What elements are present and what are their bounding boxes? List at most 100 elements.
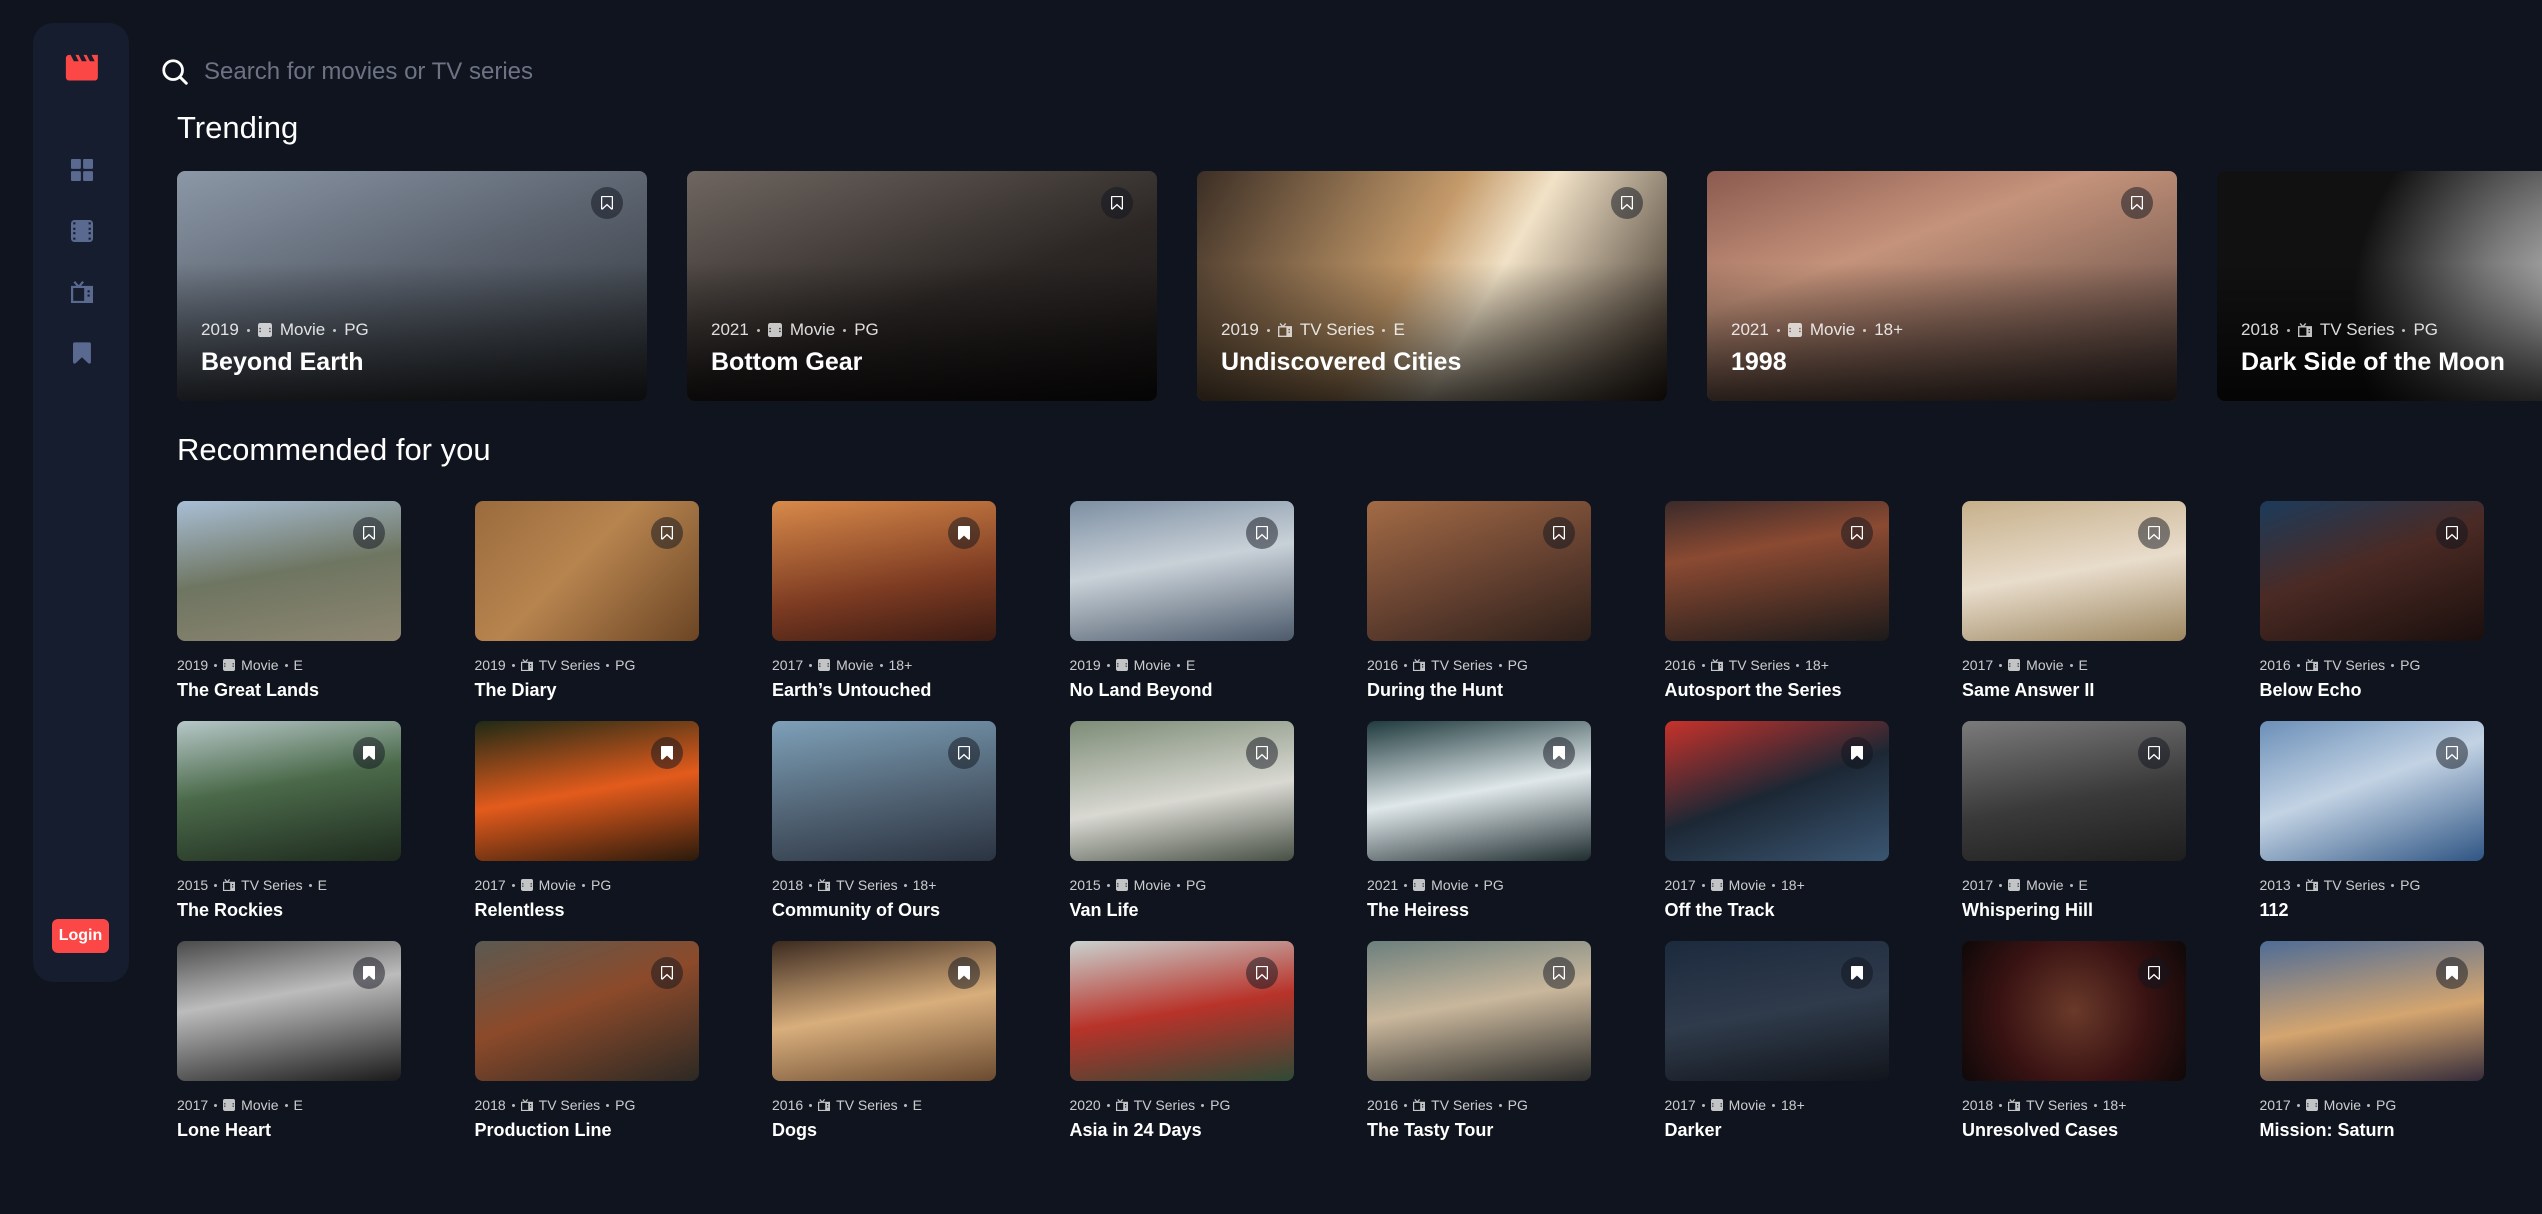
recommended-card-title: The Great Lands (177, 680, 320, 700)
recommended-card-title: Earth’s Untouched (772, 680, 932, 700)
bookmark-empty-icon (1850, 526, 1863, 540)
trending-card-meta: 2021 Movie 18+ (1731, 320, 1903, 340)
trending-card[interactable]: 2021 Movie PG Bottom Gear (687, 171, 1157, 401)
recommended-card[interactable]: 2017 Movie E Same Answer II (1962, 501, 2186, 701)
thumbnail[interactable] (1962, 501, 2186, 641)
thumbnail[interactable] (474, 721, 699, 861)
recommended-card[interactable]: 2016 TV Series PG During the Hunt (1367, 501, 1591, 701)
bookmark-filled-icon (958, 966, 970, 980)
login-button[interactable]: Login (52, 919, 109, 953)
thumbnail[interactable] (1962, 721, 2186, 861)
search-input[interactable] (204, 58, 1004, 86)
bookmark-button[interactable] (591, 187, 623, 219)
thumbnail[interactable] (177, 941, 401, 1081)
trending-card[interactable]: 2021 Movie 18+ 1998 (1707, 171, 2177, 401)
recommended-card[interactable]: 2017 Movie 18+ Earth’s Untouched (772, 501, 996, 701)
bookmark-button[interactable] (1840, 517, 1873, 549)
bookmark-button[interactable] (948, 957, 980, 989)
thumbnail[interactable] (474, 941, 699, 1081)
recommended-card-meta: 2017 Movie E (1962, 656, 2186, 674)
bookmark-button[interactable] (1245, 737, 1278, 769)
recommended-card[interactable]: 2016 TV Series PG The Tasty Tour (1367, 941, 1591, 1141)
recommended-card[interactable]: 2017 Movie E Lone Heart (177, 941, 401, 1141)
thumbnail[interactable] (1664, 721, 1889, 861)
separator-dot (246, 328, 250, 332)
thumbnail[interactable] (772, 721, 996, 861)
recommended-card[interactable]: 2019 TV Series PG The Diary (474, 501, 699, 701)
tv-category-icon (2305, 659, 2318, 671)
bookmark-button[interactable] (948, 517, 980, 549)
bookmark-button[interactable] (2435, 957, 2468, 989)
thumbnail[interactable] (1069, 941, 1294, 1081)
movies-icon[interactable] (71, 220, 93, 242)
thumbnail[interactable] (1367, 501, 1591, 641)
bookmark-button[interactable] (2138, 517, 2170, 549)
recommended-card[interactable]: 2018 TV Series PG Production Line (474, 941, 699, 1141)
bookmark-button[interactable] (2435, 517, 2468, 549)
recommended-card[interactable]: 2018 TV Series 18+ Community of Ours (772, 721, 996, 921)
recommended-card[interactable]: 2017 Movie PG Relentless (474, 721, 699, 921)
bookmark-button[interactable] (353, 737, 385, 769)
recommended-card[interactable]: 2017 Movie 18+ Off the Track (1664, 721, 1889, 921)
thumbnail[interactable] (772, 941, 996, 1081)
bookmark-button[interactable] (1543, 957, 1575, 989)
bookmark-button[interactable] (2435, 737, 2468, 769)
recommended-card[interactable]: 2013 TV Series PG 112 (2259, 721, 2484, 921)
recommended-card[interactable]: 2016 TV Series 18+ Autosport the Series (1664, 501, 1889, 701)
trending-carousel[interactable]: 2019 Movie PG Beyond Earth 2021 Movie PG Bottom… (177, 171, 2542, 401)
thumbnail[interactable] (2259, 721, 2484, 861)
thumbnail[interactable] (1962, 941, 2186, 1081)
bookmark-button[interactable] (353, 957, 385, 989)
tv-series-icon[interactable] (71, 281, 93, 303)
recommended-card[interactable]: 2015 Movie PG Van Life (1069, 721, 1294, 921)
bookmark-icon[interactable] (73, 342, 91, 364)
home-icon[interactable] (71, 159, 93, 181)
trending-card[interactable]: 2019 TV Series E Undiscovered Cities (1197, 171, 1667, 401)
recommended-card[interactable]: 2017 Movie E Whispering Hill (1962, 721, 2186, 921)
thumbnail[interactable] (1069, 501, 1294, 641)
recommended-card[interactable]: 2017 Movie PG Mission: Saturn (2259, 941, 2484, 1141)
bookmark-button[interactable] (1840, 957, 1873, 989)
thumbnail[interactable] (2259, 501, 2484, 641)
bookmark-button[interactable] (1101, 187, 1133, 219)
recommended-card[interactable]: 2015 TV Series E The Rockies (177, 721, 401, 921)
thumbnail[interactable] (177, 721, 401, 861)
thumbnail[interactable] (2259, 941, 2484, 1081)
category: TV Series (538, 657, 601, 673)
thumbnail[interactable] (1664, 501, 1889, 641)
thumbnail[interactable] (1664, 941, 1889, 1081)
bookmark-button[interactable] (2138, 957, 2170, 989)
recommended-card[interactable]: 2016 TV Series E Dogs (772, 941, 996, 1141)
trending-heading: Trending (177, 110, 299, 145)
recommended-card[interactable]: 2021 Movie PG The Heiress (1367, 721, 1591, 921)
bookmark-button[interactable] (2121, 187, 2153, 219)
recommended-card[interactable]: 2017 Movie 18+ Darker (1664, 941, 1889, 1141)
trending-card[interactable]: 2018 TV Series PG Dark Side of the Moon (2217, 171, 2542, 401)
separator-dot (1498, 663, 1502, 667)
thumbnail[interactable] (1367, 721, 1591, 861)
recommended-card[interactable]: 2020 TV Series PG Asia in 24 Days (1069, 941, 1294, 1141)
bookmark-button[interactable] (650, 737, 683, 769)
recommended-card[interactable]: 2019 Movie E The Great Lands (177, 501, 401, 701)
bookmark-button[interactable] (948, 737, 980, 769)
thumbnail[interactable] (474, 501, 699, 641)
thumbnail[interactable] (177, 501, 401, 641)
recommended-card[interactable]: 2019 Movie E No Land Beyond (1069, 501, 1294, 701)
bookmark-button[interactable] (1245, 957, 1278, 989)
bookmark-button[interactable] (353, 517, 385, 549)
thumbnail[interactable] (1367, 941, 1591, 1081)
bookmark-button[interactable] (1840, 737, 1873, 769)
recommended-card[interactable]: 2016 TV Series PG Below Echo (2259, 501, 2484, 701)
thumbnail[interactable] (772, 501, 996, 641)
bookmark-button[interactable] (1611, 187, 1643, 219)
bookmark-button[interactable] (2138, 737, 2170, 769)
thumbnail[interactable] (1069, 721, 1294, 861)
bookmark-button[interactable] (1543, 737, 1575, 769)
bookmark-button[interactable] (1543, 517, 1575, 549)
trending-card[interactable]: 2019 Movie PG Beyond Earth (177, 171, 647, 401)
bookmark-button[interactable] (650, 957, 683, 989)
bookmark-button[interactable] (1245, 517, 1278, 549)
movie-logo-icon[interactable] (65, 54, 98, 82)
bookmark-button[interactable] (650, 517, 683, 549)
recommended-card[interactable]: 2018 TV Series 18+ Unresolved Cases (1962, 941, 2186, 1141)
